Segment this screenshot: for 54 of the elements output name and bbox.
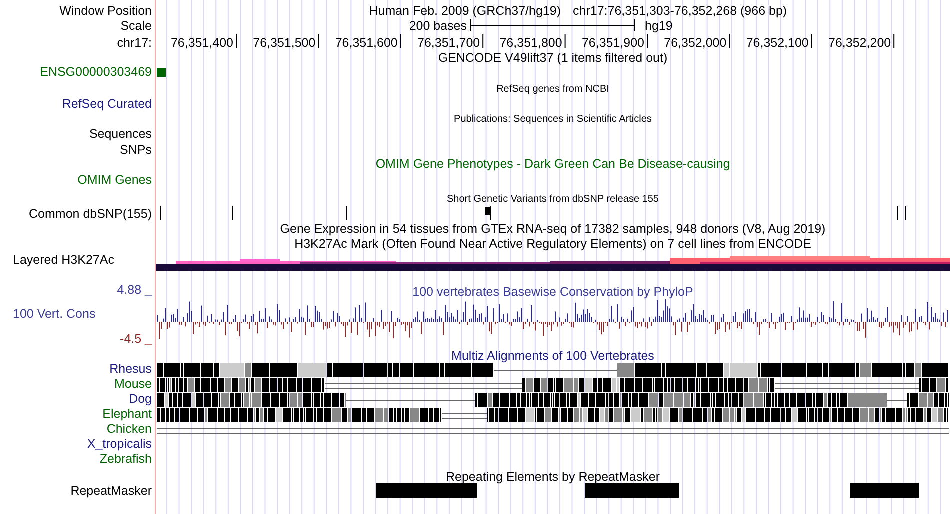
species-label[interactable]: Zebrafish	[100, 452, 152, 466]
track-label[interactable]: SNPs	[120, 143, 152, 157]
track-label: Window Position	[60, 4, 152, 18]
ruler-label: 76,351,700	[418, 36, 480, 50]
track-title: Gene Expression in 54 tissues from GTEx RNA-seq of 17382 samples, 948 donors (V8, Aug 2019)	[280, 222, 826, 236]
track-label[interactable]: RepeatMasker	[70, 484, 152, 498]
ruler-tick	[318, 34, 320, 48]
track-title: Repeating Elements by RepeatMasker	[446, 470, 660, 484]
track-title: Short Genetic Variants from dbSNP release 155	[447, 194, 659, 205]
track-label: Scale	[120, 19, 152, 33]
ruler-tick	[647, 34, 648, 48]
track-label[interactable]: ENSG00000303469	[40, 65, 152, 79]
track-label: chr17:	[117, 36, 152, 50]
gene-feature[interactable]	[157, 68, 166, 77]
track-title: H3K27Ac Mark (Often Found Near Active Regulatory Elements) on 7 cell lines from ENCODE	[294, 237, 812, 251]
species-label[interactable]: Rhesus	[110, 362, 152, 376]
axis-min: -4.5 _	[120, 332, 152, 346]
ruler-tick	[236, 34, 237, 48]
assembly-label: hg19	[645, 19, 673, 33]
species-label[interactable]: Chicken	[106, 422, 152, 436]
ruler-label: 76,351,900	[582, 36, 644, 50]
ruler-label: 76,352,200	[828, 36, 892, 50]
track-label[interactable]: 100 Vert. Cons	[13, 307, 96, 321]
ruler-label: 76,352,100	[746, 36, 809, 50]
track-title: RefSeq genes from NCBI	[496, 84, 610, 95]
species-label[interactable]: X_tropicalis	[87, 437, 152, 451]
track-label[interactable]: Sequences	[89, 127, 152, 141]
ruler-label: 76,351,600	[335, 36, 398, 50]
species-label[interactable]: Dog	[129, 392, 152, 406]
ruler-label: 76,351,800	[500, 36, 562, 50]
assembly-name: Human Feb. 2009 (GRCh37/hg19)	[369, 4, 561, 18]
ruler-tick	[894, 34, 895, 48]
ruler-tick	[482, 34, 484, 48]
track-label[interactable]: Layered H3K27Ac	[13, 253, 114, 267]
scale-length: 200 bases	[409, 19, 467, 33]
ruler-label: 76,351,400	[170, 36, 234, 50]
track-title: Multiz Alignments of 100 Vertebrates	[452, 349, 654, 363]
track-label[interactable]: OMIM Genes	[78, 173, 152, 187]
ruler-tick	[729, 34, 730, 48]
species-label[interactable]: Mouse	[114, 377, 152, 391]
track-title: 100 vertebrates Basewise Conservation by PhyloP	[412, 285, 694, 299]
ruler-tick	[811, 34, 812, 48]
ruler-label: 76,351,500	[253, 36, 316, 50]
track-title: GENCODE V49lift37 (1 items filtered out)	[438, 51, 668, 65]
ruler-tick	[564, 34, 566, 48]
track-title: Publications: Sequences in Scientific Articles	[454, 114, 652, 125]
ruler-tick	[400, 34, 402, 48]
track-title: OMIM Gene Phenotypes - Dark Green Can Be Disease-causing	[376, 157, 730, 171]
position-range: chr17:76,351,303-76,352,268 (966 bp)	[573, 4, 788, 18]
species-label[interactable]: Elephant	[102, 407, 152, 421]
track-label[interactable]: RefSeq Curated	[62, 97, 152, 111]
track-label[interactable]: Common dbSNP(155)	[29, 207, 152, 221]
axis-max: 4.88 _	[117, 283, 152, 297]
ruler-label: 76,352,000	[664, 36, 727, 50]
